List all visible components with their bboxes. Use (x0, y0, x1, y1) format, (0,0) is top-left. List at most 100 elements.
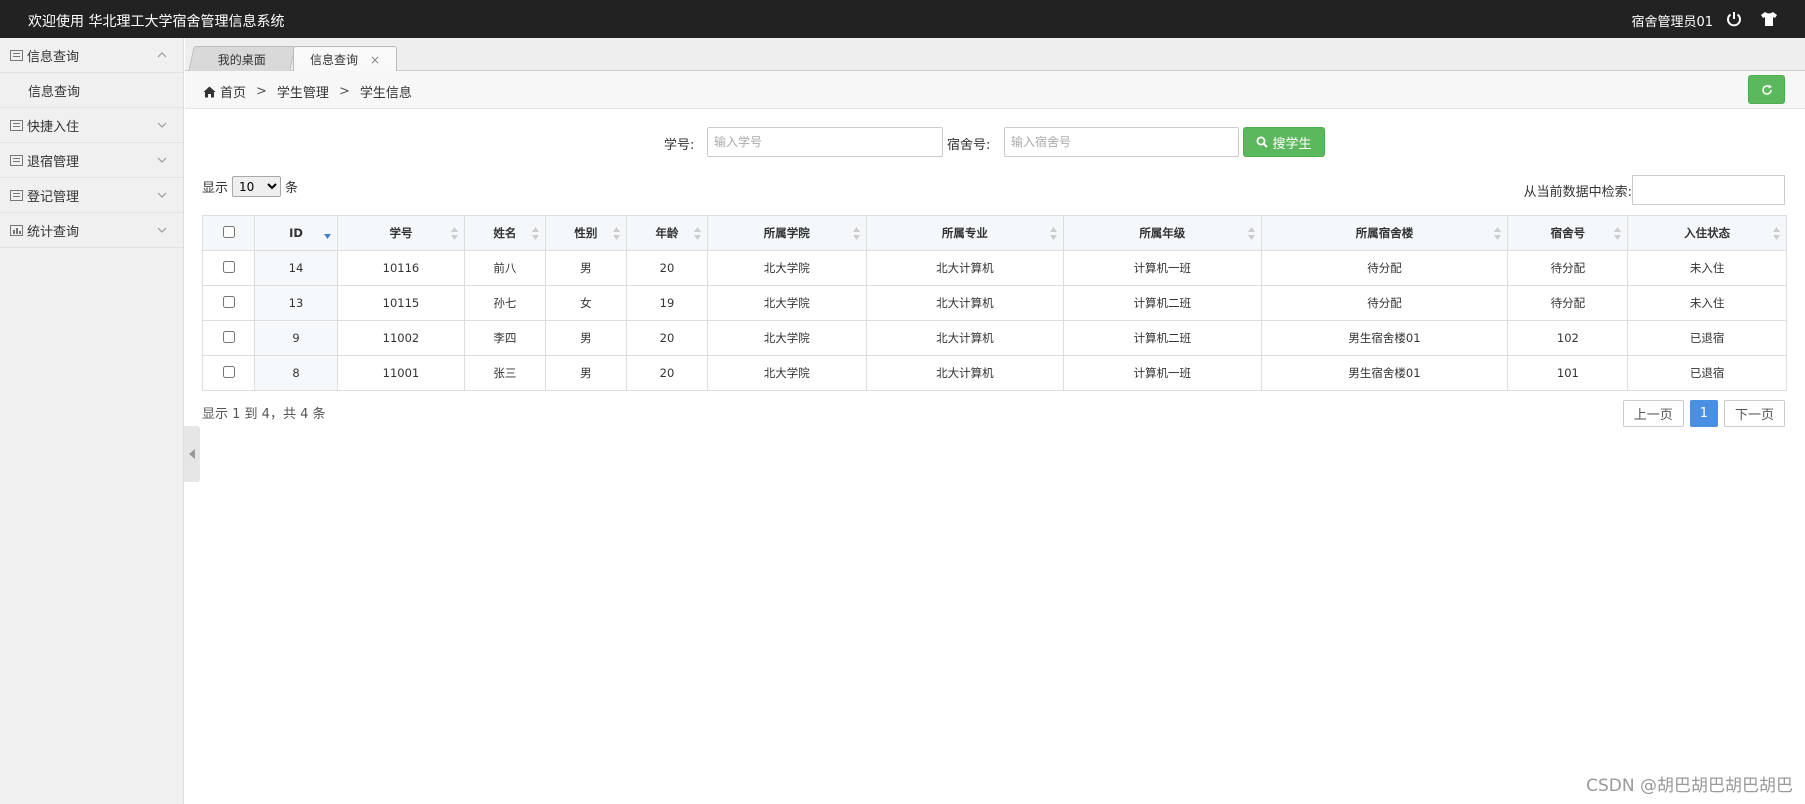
sort-icon (1247, 227, 1255, 240)
column-header-gender[interactable]: 性别 (544, 215, 627, 251)
row-select-cell (202, 320, 255, 356)
search-icon (1256, 136, 1269, 148)
column-header-major[interactable]: 所属专业 (865, 215, 1065, 251)
cell-id: 13 (254, 285, 338, 321)
column-header-college[interactable]: 所属学院 (706, 215, 867, 251)
page-button-current[interactable]: 1 (1689, 400, 1718, 427)
cell-major: 北大计算机 (865, 285, 1065, 321)
page-length-select[interactable]: 10 25 50 100 (232, 176, 282, 197)
dorm-number-input[interactable] (1004, 127, 1239, 157)
cell-grade: 计算机二班 (1063, 285, 1262, 321)
row-select-cell (202, 250, 255, 286)
refresh-button[interactable] (1748, 75, 1785, 104)
cell-gender: 男 (544, 355, 627, 391)
cell-age: 19 (625, 285, 708, 321)
column-header-building[interactable]: 所属宿舍楼 (1260, 215, 1509, 251)
cell-college: 北大学院 (706, 250, 867, 286)
column-header-age[interactable]: 年龄 (625, 215, 708, 251)
cell-college: 北大学院 (706, 320, 867, 356)
current-user[interactable]: 宿舍管理员01 (1631, 11, 1713, 30)
sort-icon (1773, 227, 1780, 240)
cell-name: 李四 (463, 320, 546, 356)
chevron-down-icon (157, 227, 167, 233)
chevron-down-icon (157, 192, 167, 198)
sort-icon (852, 227, 860, 240)
theme-shirt-icon[interactable] (1759, 10, 1779, 28)
table-row[interactable]: 13 10115 孙七 女 19 北大学院 北大计算机 计算机二班 待分配 待分… (202, 285, 1787, 321)
tab-close-icon[interactable]: × (370, 53, 380, 67)
cell-building: 待分配 (1260, 250, 1509, 286)
list-icon (10, 189, 23, 201)
sidebar-subitem-info-query[interactable]: 信息查询 (0, 73, 183, 108)
select-all-header (202, 215, 255, 251)
filter-input[interactable] (1632, 175, 1785, 205)
search-student-button[interactable]: 搜学生 (1243, 127, 1325, 157)
sidebar-item-registration-management[interactable]: 登记管理 (0, 178, 183, 213)
sidebar-item-info-query[interactable]: 信息查询 (0, 38, 183, 73)
column-header-status[interactable]: 入住状态 (1627, 215, 1787, 251)
search-row: 学号: 宿舍号: 搜学生 (0, 127, 1805, 157)
table-row[interactable]: 14 10116 前八 男 20 北大学院 北大计算机 计算机一班 待分配 待分… (202, 250, 1787, 286)
cell-major: 北大计算机 (865, 320, 1065, 356)
sidebar-collapse-handle[interactable] (184, 426, 200, 482)
cell-status: 已退宿 (1627, 320, 1787, 356)
column-header-student-id[interactable]: 学号 (337, 215, 465, 251)
list-icon (10, 49, 23, 61)
cell-grade: 计算机一班 (1063, 355, 1262, 391)
row-checkbox[interactable] (222, 365, 235, 378)
tab-label: 信息查询 (309, 53, 358, 67)
table-header-row: ID 学号 姓名 性别 年龄 所属学院 所属专业 所属年级 所属宿舍楼 宿舍号 … (202, 215, 1787, 251)
app-title: 欢迎使用 华北理工大学宿舍管理信息系统 (28, 14, 285, 30)
select-all-checkbox[interactable] (222, 225, 235, 238)
prev-page-button[interactable]: 上一页 (1622, 400, 1684, 427)
tab-my-desktop[interactable]: 我的桌面 (188, 46, 296, 71)
column-header-id[interactable]: ID (254, 215, 338, 251)
table-row[interactable]: 9 11002 李四 男 20 北大学院 北大计算机 计算机二班 男生宿舍楼01… (202, 320, 1787, 356)
cell-id: 14 (254, 250, 338, 286)
sort-icon (1494, 227, 1502, 240)
cell-major: 北大计算机 (865, 355, 1065, 391)
cell-status: 未入住 (1627, 285, 1787, 321)
breadcrumb-student-management[interactable]: 学生管理 (277, 82, 329, 101)
student-id-label: 学号: (664, 138, 695, 153)
row-checkbox[interactable] (222, 330, 235, 343)
cell-grade: 计算机一班 (1063, 250, 1262, 286)
cell-building: 男生宿舍楼01 (1260, 320, 1509, 356)
next-page-button[interactable]: 下一页 (1723, 400, 1785, 427)
cell-name: 张三 (463, 355, 546, 391)
row-checkbox[interactable] (222, 295, 235, 308)
power-icon[interactable] (1725, 10, 1743, 28)
sort-icon (531, 227, 539, 240)
row-select-cell (202, 285, 255, 321)
breadcrumb-separator: > (338, 84, 350, 99)
chevron-up-icon (157, 52, 167, 58)
sort-desc-icon (324, 234, 331, 239)
row-checkbox[interactable] (222, 260, 235, 273)
tab-info-query[interactable]: 信息查询 × (293, 46, 397, 72)
breadcrumb-home[interactable]: 首页 (220, 82, 246, 101)
table-row[interactable]: 8 11001 张三 男 20 北大学院 北大计算机 计算机一班 男生宿舍楼01… (202, 355, 1787, 391)
cell-building: 男生宿舍楼01 (1260, 355, 1509, 391)
cell-dorm-number: 101 (1507, 355, 1629, 391)
sidebar-item-statistics-query[interactable]: 统计查询 (0, 213, 183, 248)
cell-grade: 计算机二班 (1063, 320, 1262, 356)
cell-age: 20 (625, 355, 708, 391)
search-button-label: 搜学生 (1272, 136, 1312, 152)
cell-college: 北大学院 (706, 355, 867, 391)
student-id-input[interactable] (707, 127, 943, 157)
breadcrumb-student-info: 学生信息 (359, 86, 412, 101)
tab-strip: 我的桌面 信息查询 × (185, 38, 1805, 72)
row-select-cell (202, 355, 255, 391)
cell-student-id: 11001 (337, 355, 465, 391)
sort-icon (1614, 227, 1622, 240)
page-length-control: 显示 10 25 50 100 条 (202, 176, 298, 197)
sidebar-item-label: 信息查询 (27, 49, 80, 65)
sort-icon (612, 227, 620, 240)
column-header-grade[interactable]: 所属年级 (1063, 215, 1262, 251)
column-header-name[interactable]: 姓名 (463, 215, 546, 251)
table-info: 显示 1 到 4，共 4 条 (202, 407, 326, 422)
student-table: ID 学号 姓名 性别 年龄 所属学院 所属专业 所属年级 所属宿舍楼 宿舍号 … (202, 215, 1787, 391)
cell-student-id: 10116 (337, 250, 465, 286)
column-header-dorm-number[interactable]: 宿舍号 (1507, 215, 1629, 251)
cell-age: 20 (625, 320, 708, 356)
